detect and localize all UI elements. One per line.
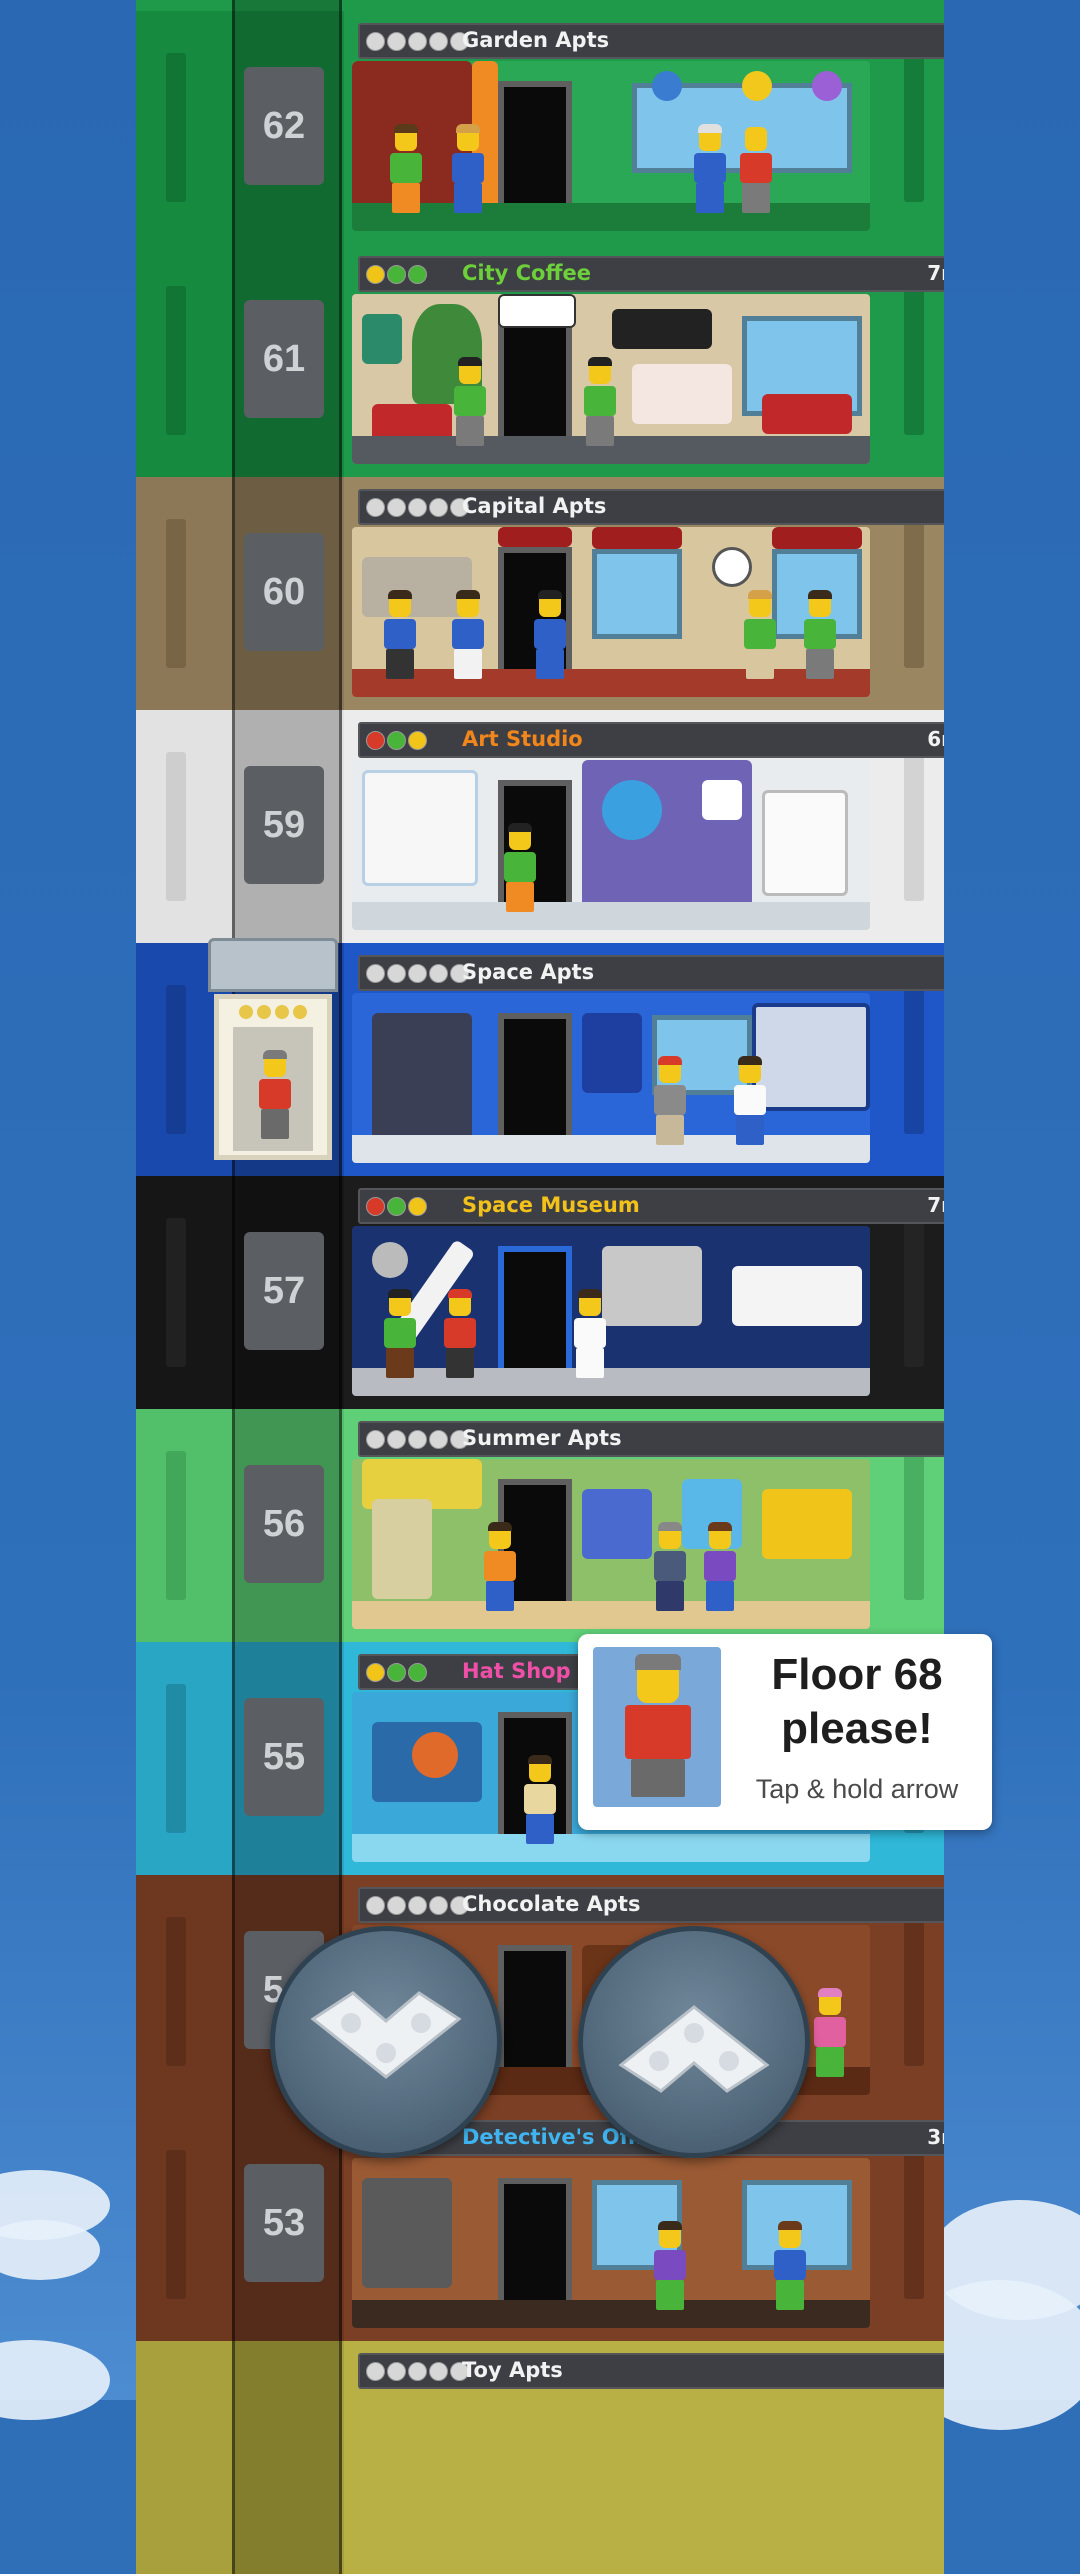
restock-timer: 3m	[927, 2125, 944, 2149]
floor-name: Summer Apts	[462, 1426, 622, 1450]
floor-59-art-studio[interactable]: 59 Art Studio 6m	[136, 710, 944, 943]
arrow-up-icon	[618, 2005, 770, 2093]
floor-name: Space Apts	[462, 960, 595, 984]
floor-name: Garden Apts	[462, 28, 610, 52]
floor-number: 62	[244, 67, 324, 185]
arrow-down-icon	[310, 1991, 462, 2079]
tooltip-instruction: Tap & hold arrow	[755, 1774, 959, 1804]
requested-floor: 68	[893, 1650, 943, 1699]
floor-name: Hat Shop	[462, 1659, 571, 1683]
room-interior[interactable]	[352, 1459, 870, 1629]
elevator-down-button[interactable]	[270, 1926, 502, 2158]
star-rating	[366, 731, 427, 750]
floor-54-chocolate-apts[interactable]: 54 Chocolate Apts	[136, 1875, 944, 2108]
restock-timer: 7m	[927, 1193, 944, 1217]
restock-timer: 7m	[927, 261, 944, 285]
elevator-roof	[208, 938, 338, 992]
floor-number: 60	[244, 533, 324, 651]
room-interior[interactable]	[352, 527, 870, 697]
floor-label-bar: Toy Apts	[358, 2353, 944, 2389]
star-rating	[366, 1663, 427, 1682]
floor-name: Space Museum	[462, 1193, 640, 1217]
star-rating	[366, 498, 469, 517]
elevator-car[interactable]	[208, 938, 338, 1170]
floor-label-bar: Capital Apts	[358, 489, 944, 525]
floor-label-bar: Art Studio 6m	[358, 722, 944, 758]
floor-number: 59	[244, 766, 324, 884]
floor-number: 61	[244, 300, 324, 418]
floor-number: 55	[244, 1698, 324, 1816]
floor-number: 56	[244, 1465, 324, 1583]
floor-label-bar: Space Apts	[358, 955, 944, 991]
star-rating	[366, 1896, 469, 1915]
floor-label-bar: Space Museum 7m	[358, 1188, 944, 1224]
floor-label-bar: Garden Apts	[358, 23, 944, 59]
passenger-avatar	[593, 1647, 721, 1807]
elevator-up-button[interactable]	[578, 1926, 810, 2158]
floor-name: Art Studio	[462, 727, 583, 751]
floor-label-bar: City Coffee 7m	[358, 256, 944, 292]
floor-toy-apts[interactable]: Toy Apts	[136, 2341, 944, 2574]
floor-label-bar: Chocolate Apts	[358, 1887, 944, 1923]
tooltip-title: Floor 68 please!	[771, 1650, 943, 1753]
star-rating	[366, 964, 469, 983]
room-interior[interactable]	[352, 61, 870, 231]
room-interior[interactable]	[352, 1226, 870, 1396]
floor-name: City Coffee	[462, 261, 591, 285]
star-rating	[366, 265, 427, 284]
floor-name: Chocolate Apts	[462, 1892, 641, 1916]
cloud	[0, 2340, 110, 2420]
room-interior[interactable]	[352, 993, 870, 1163]
star-rating	[366, 1197, 427, 1216]
floor-62-garden-apts[interactable]: 62 Garden Apts	[136, 11, 944, 244]
passenger-request-tooltip: Floor 68 please! Tap & hold arrow	[578, 1634, 992, 1830]
restock-timer: 6m	[927, 727, 944, 751]
floor-number: 57	[244, 1232, 324, 1350]
floor-60-capital-apts[interactable]: 60 Capital Apts	[136, 477, 944, 710]
star-rating	[366, 1430, 469, 1449]
room-interior[interactable]	[352, 294, 870, 464]
star-rating	[366, 2362, 469, 2381]
floor-name: Capital Apts	[462, 494, 607, 518]
floor-label-bar: Summer Apts	[358, 1421, 944, 1457]
elevator-cab	[214, 994, 332, 1160]
floor-number: 53	[244, 2164, 324, 2282]
floor-top-partial[interactable]	[136, 0, 944, 11]
floor-name: Toy Apts	[462, 2358, 563, 2382]
floor-53-detectives-office[interactable]: 53 Detective's Office 3m	[136, 2108, 944, 2341]
room-interior[interactable]	[352, 760, 870, 930]
floor-57-space-museum[interactable]: 57 Space Museum 7m	[136, 1176, 944, 1409]
floor-61-city-coffee[interactable]: 61 City Coffee 7m	[136, 244, 944, 477]
tower[interactable]: 62 Garden Apts 61 City Coffee 7 60 Capit…	[136, 0, 944, 2574]
elevator-passenger	[257, 1050, 293, 1139]
floor-56-summer-apts[interactable]: 56 Summer Apts	[136, 1409, 944, 1642]
star-rating	[366, 32, 469, 51]
room-interior[interactable]	[352, 2158, 870, 2328]
